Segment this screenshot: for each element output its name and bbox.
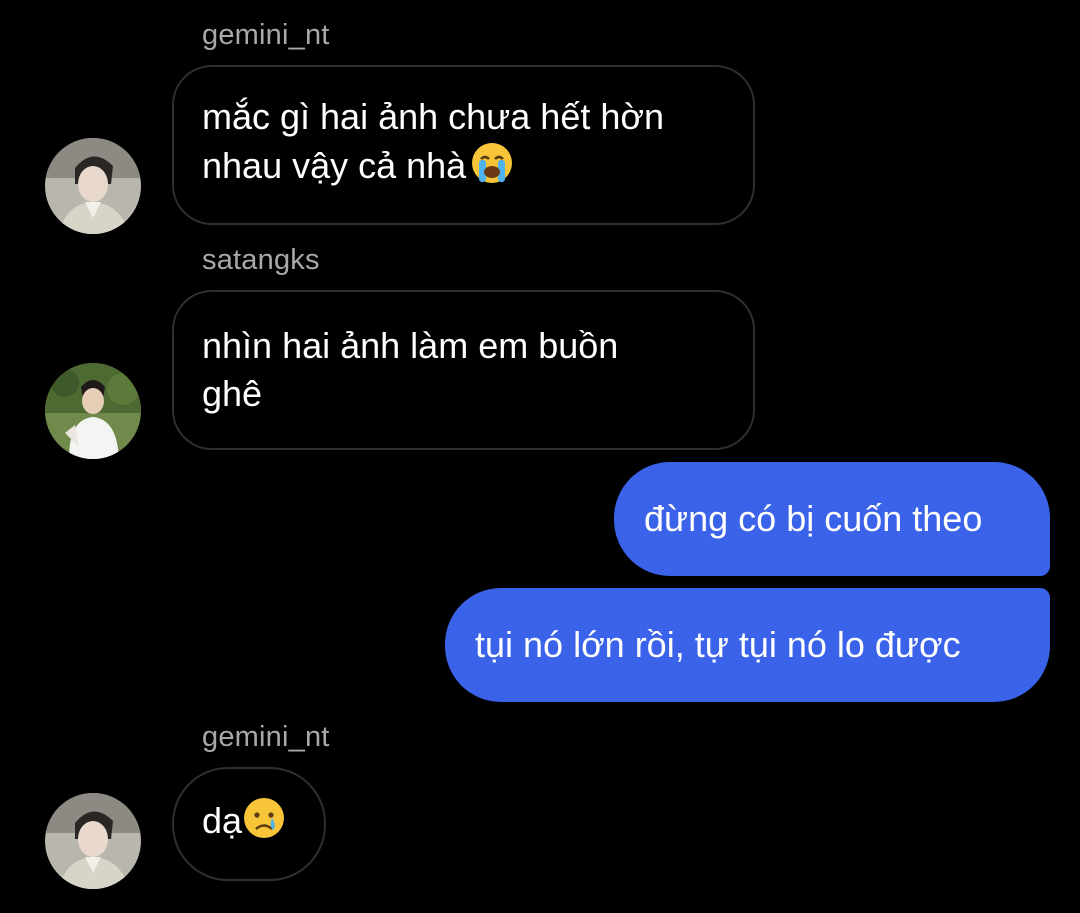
message-bubble-incoming[interactable]: nhìn hai ảnh làm em buồn ghê bbox=[172, 290, 755, 450]
message-text: dạ bbox=[202, 796, 286, 852]
message-bubble-incoming[interactable]: mắc gì hai ảnh chưa hết hờn nhau vậy cả … bbox=[172, 65, 755, 225]
avatar-photo-icon bbox=[45, 138, 141, 234]
message-text: nhìn hai ảnh làm em buồn ghê bbox=[202, 325, 619, 414]
crying-face-emoji-icon bbox=[242, 796, 286, 852]
message-bubble-outgoing[interactable]: tụi nó lớn rồi, tự tụi nó lo được bbox=[445, 588, 1050, 702]
loudly-crying-face-emoji-icon bbox=[470, 141, 514, 197]
message-text: đừng có bị cuốn theo bbox=[644, 498, 983, 539]
message-bubble-outgoing[interactable]: đừng có bị cuốn theo bbox=[614, 462, 1050, 576]
avatar-photo-icon bbox=[45, 363, 141, 459]
sender-name: gemini_nt bbox=[202, 721, 330, 753]
message-text: tụi nó lớn rồi, tự tụi nó lo được bbox=[475, 624, 961, 665]
message-bubble-incoming[interactable]: dạ bbox=[172, 767, 326, 881]
sender-name: satangks bbox=[202, 244, 320, 276]
message-text: mắc gì hai ảnh chưa hết hờn nhau vậy cả … bbox=[202, 93, 725, 197]
avatar-gemini-nt[interactable] bbox=[45, 793, 141, 889]
avatar-satangks[interactable] bbox=[45, 363, 141, 459]
sender-name: gemini_nt bbox=[202, 19, 330, 51]
avatar-photo-icon bbox=[45, 793, 141, 889]
avatar-gemini-nt[interactable] bbox=[45, 138, 141, 234]
